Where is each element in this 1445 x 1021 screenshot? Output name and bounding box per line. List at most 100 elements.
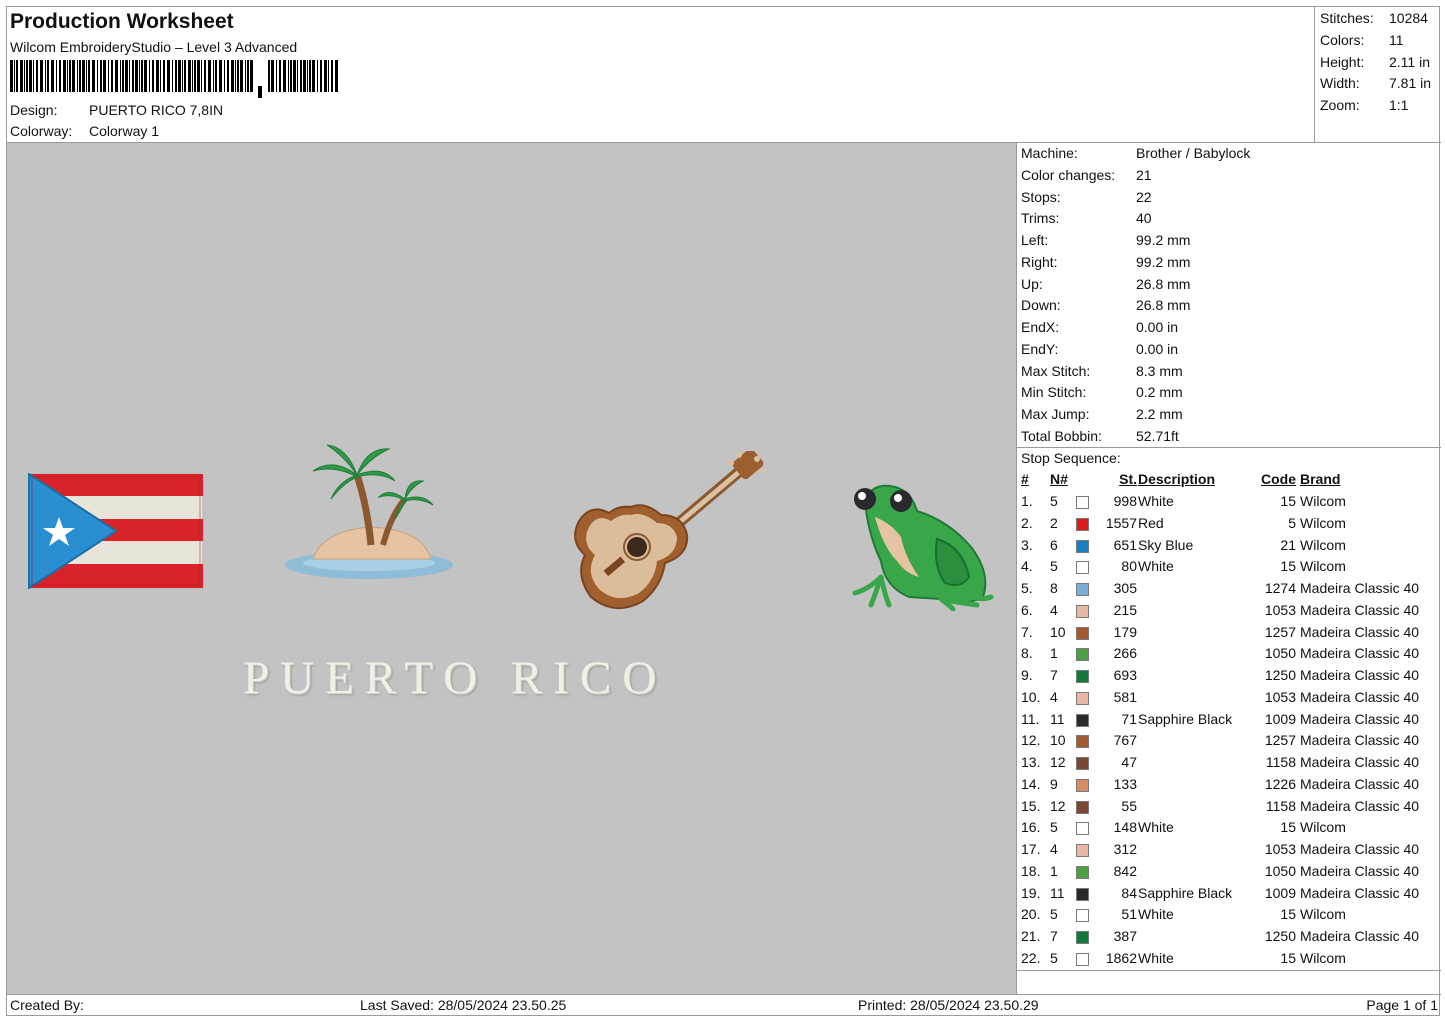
stop-index: 12. [1021, 732, 1041, 749]
color-swatch [1076, 604, 1089, 618]
thread-brand: Wilcom [1300, 493, 1346, 509]
needle-number: 10 [1050, 732, 1066, 749]
needle-number: 1 [1050, 862, 1058, 879]
stop-index: 10. [1021, 688, 1041, 705]
stop-row: 13. 12 47 1158 Madeira Classic 40 [1017, 752, 1441, 774]
needle-number: 12 [1050, 754, 1066, 770]
thread-description: Sapphire Black [1138, 710, 1233, 727]
stop-index: 16. [1021, 819, 1041, 836]
machine-label: Trims: [1021, 210, 1060, 227]
thread-code: 1050 [1264, 645, 1296, 662]
machine-row: Up: 26.8 mm [1017, 274, 1441, 296]
thread-description: White [1138, 493, 1174, 509]
stop-index: 22. [1021, 949, 1041, 966]
stitch-count: 84 [1121, 884, 1137, 901]
stitch-count: 312 [1113, 841, 1137, 857]
worksheet-footer: Created By: Last Saved: 28/05/2024 23.50… [7, 994, 1441, 1017]
thread-brand: Madeira Classic 40 [1300, 862, 1420, 879]
needle-number: 5 [1050, 493, 1058, 509]
stitch-count: 767 [1113, 732, 1137, 749]
color-swatch [1076, 670, 1089, 683]
worksheet-title: Production Worksheet [10, 10, 234, 33]
stop-row: 11. 11 71 Sapphire Black 1009 Madeira Classic… [1017, 709, 1441, 731]
stop-index: 6. [1021, 601, 1033, 618]
machine-row: EndY: 0.00 in [1017, 339, 1441, 361]
stop-row: 20. 5 51 White 15 Wilcom [1017, 904, 1441, 926]
needle-number: 5 [1050, 819, 1058, 836]
thread-description: White [1138, 819, 1174, 836]
stop-index: 8. [1021, 645, 1033, 662]
stitch-count: 387 [1113, 928, 1137, 944]
thread-brand: Madeira Classic 40 [1300, 884, 1420, 901]
needle-number: 8 [1050, 580, 1058, 596]
stop-index: 18. [1021, 862, 1041, 879]
stop-index: 17. [1021, 841, 1041, 857]
needle-number: 12 [1050, 797, 1066, 814]
stop-row: 18. 1 842 1050 Madeira Classic 40 [1017, 861, 1441, 883]
machine-label: Stops: [1021, 188, 1061, 205]
stop-index: 5. [1021, 580, 1033, 596]
guitar-icon [574, 451, 766, 609]
machine-value: 0.00 in [1136, 340, 1179, 357]
stitch-count: 179 [1113, 623, 1137, 640]
thread-brand: Wilcom [1300, 819, 1346, 836]
machine-value: 26.8 mm [1136, 275, 1191, 292]
stitch-count: 1557 [1105, 514, 1137, 531]
stat-value: 10284 [1389, 10, 1428, 26]
stop-row: 9. 7 693 1250 Madeira Classic 40 [1017, 665, 1441, 687]
stop-row: 15. 12 55 1158 Madeira Classic 40 [1017, 796, 1441, 818]
stat-width: Width: 7.81 in [1315, 73, 1441, 95]
color-swatch [1076, 561, 1089, 575]
thread-brand: Madeira Classic 40 [1300, 710, 1420, 727]
thread-brand: Madeira Classic 40 [1300, 667, 1420, 683]
stop-row: 12. 10 767 1257 Madeira Classic 40 [1017, 730, 1441, 752]
thread-code: 15 [1280, 949, 1296, 966]
needle-number: 11 [1050, 710, 1065, 727]
stat-stitches: Stitches: 10284 [1315, 8, 1441, 30]
production-worksheet: Production Worksheet Wilcom EmbroiderySt… [6, 6, 1441, 1017]
machine-row: EndX: 0.00 in [1017, 317, 1441, 339]
stat-zoom: Zoom: 1:1 [1315, 95, 1441, 117]
color-swatch [1076, 691, 1089, 705]
thread-brand: Wilcom [1300, 514, 1346, 531]
stop-index: 20. [1021, 906, 1041, 923]
machine-row: Min Stitch: 0.2 mm [1017, 382, 1441, 404]
machine-label: Color changes: [1021, 166, 1116, 183]
stop-row: 10. 4 581 1053 Madeira Classic 40 [1017, 687, 1441, 709]
thread-brand: Madeira Classic 40 [1300, 732, 1420, 749]
machine-row: Right: 99.2 mm [1017, 252, 1441, 274]
machine-label: Machine: [1021, 145, 1078, 161]
stat-colors: Colors: 11 [1315, 30, 1441, 52]
thread-code: 1158 [1265, 754, 1296, 770]
needle-number: 5 [1050, 949, 1058, 966]
color-swatch [1076, 713, 1089, 727]
thread-brand: Madeira Classic 40 [1300, 775, 1420, 792]
stop-row: 3. 6 651 Sky Blue 21 Wilcom [1017, 535, 1441, 557]
printed-date: Printed: 28/05/2024 23.50.29 [858, 997, 1039, 1013]
thread-code: 1009 [1264, 884, 1296, 901]
thread-code: 15 [1280, 906, 1296, 923]
stat-value: 1:1 [1389, 97, 1409, 114]
coqui-frog-icon [852, 484, 994, 611]
stop-sequence-title: Stop Sequence: [1021, 449, 1121, 466]
machine-label: EndX: [1021, 319, 1060, 335]
stat-value: 7.81 in [1389, 75, 1432, 92]
color-swatch [1076, 735, 1089, 749]
thread-code: 1257 [1264, 623, 1296, 640]
software-name: Wilcom EmbroideryStudio – Level 3 Advanc… [10, 39, 298, 55]
needle-number: 5 [1050, 906, 1058, 923]
color-swatch [1076, 626, 1089, 640]
thread-brand: Madeira Classic 40 [1300, 688, 1420, 705]
needle-number: 4 [1050, 688, 1058, 705]
thread-code: 1250 [1264, 928, 1296, 944]
thread-brand: Madeira Classic 40 [1300, 580, 1420, 596]
thread-description: White [1138, 949, 1174, 966]
machine-row: Max Stitch: 8.3 mm [1017, 361, 1441, 383]
color-swatch [1076, 865, 1089, 879]
stitch-count: 305 [1113, 580, 1137, 596]
machine-value: 0.00 in [1136, 319, 1179, 335]
stop-index: 21. [1021, 928, 1041, 944]
stop-sequence-header: # N# St. Description Code Brand [1017, 469, 1441, 491]
color-swatch [1076, 757, 1089, 770]
color-swatch [1076, 648, 1089, 662]
